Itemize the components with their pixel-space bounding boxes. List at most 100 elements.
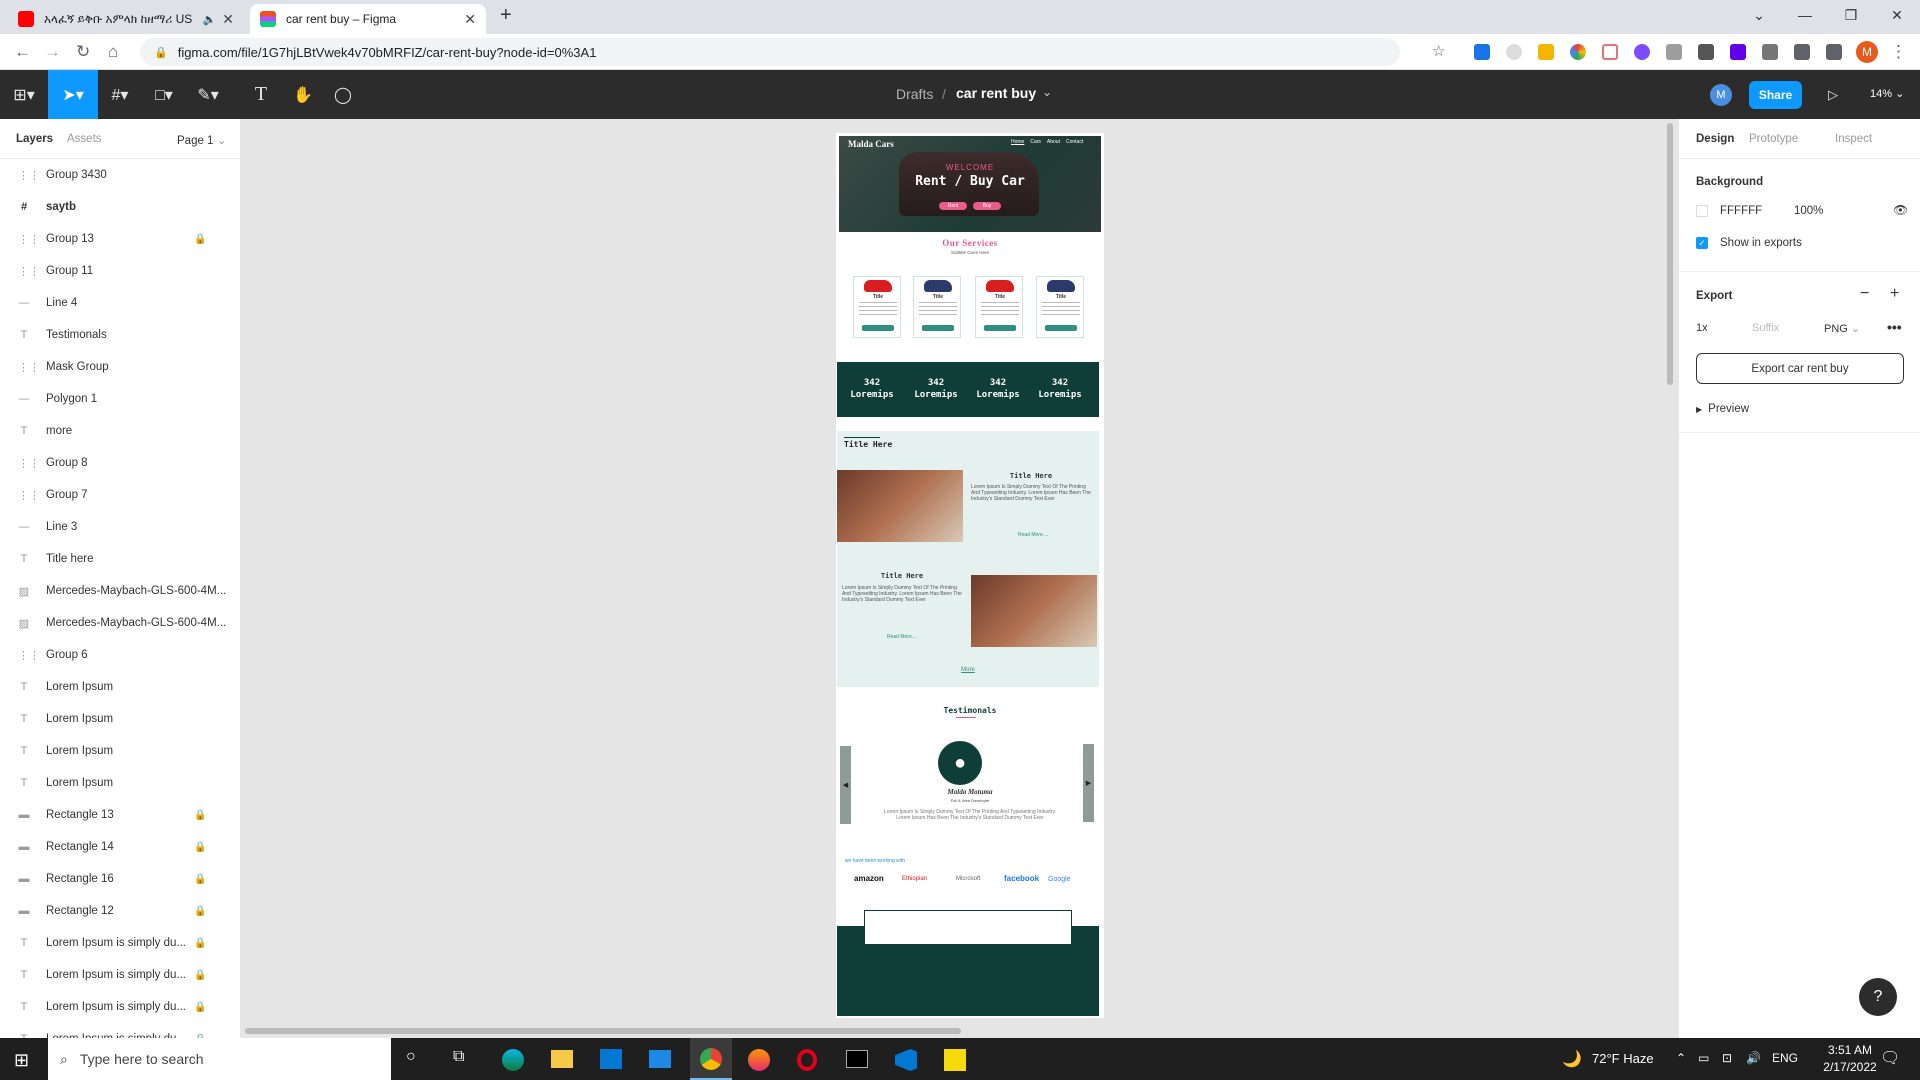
close-tab-icon[interactable]: ✕ (464, 11, 476, 28)
service-card[interactable]: Title (913, 276, 961, 338)
card-button[interactable] (1045, 325, 1077, 331)
features-section[interactable]: Title Here Title Here Lorem Ipsum Is Sim… (837, 431, 1099, 687)
main-menu-icon[interactable]: ⊞▾ (0, 70, 48, 119)
layer-row[interactable]: ▬ Rectangle 14 🔒 (0, 831, 240, 863)
puzzle-icon[interactable] (1794, 44, 1810, 60)
share-button[interactable]: Share (1749, 81, 1802, 109)
layer-row[interactable]: # saytb (0, 191, 240, 223)
service-card[interactable]: Title (1036, 276, 1084, 338)
vscode-icon[interactable] (895, 1049, 917, 1071)
lock-icon[interactable]: 🔒 (194, 906, 206, 917)
hero-rent-button[interactable]: Rent (939, 202, 967, 210)
firefox-icon[interactable] (748, 1049, 770, 1071)
layer-row[interactable]: ▬ Rectangle 16 🔒 (0, 863, 240, 895)
preview-toggle[interactable]: ▶ Preview (1696, 403, 1749, 415)
task-view-icon[interactable]: ⧉ (453, 1048, 464, 1066)
layer-row[interactable]: ⋮⋮ Mask Group (0, 351, 240, 383)
back-icon[interactable]: ← (14, 42, 31, 62)
reload-icon[interactable]: ↻ (76, 42, 90, 62)
horizontal-scrollbar[interactable] (245, 1028, 961, 1034)
extension-icon[interactable] (1538, 44, 1554, 60)
nav-about[interactable]: About (1047, 139, 1060, 145)
layer-row[interactable]: ▨ Mercedes-Maybach-GLS-600-4M... (0, 575, 240, 607)
page-selector[interactable]: Page 1 ⌄ (177, 133, 226, 147)
lock-icon[interactable]: 🔒 (194, 1002, 206, 1013)
volume-icon[interactable]: 🔊 (1746, 1051, 1761, 1065)
chevron-down-icon[interactable]: ⌄ (1042, 85, 1052, 99)
tray-chevron-icon[interactable]: ⌃ (1676, 1051, 1686, 1065)
extension-icon[interactable] (1602, 44, 1618, 60)
pen-tool-icon[interactable]: ✎▾ (186, 70, 230, 119)
layer-row[interactable]: T Lorem Ipsum (0, 735, 240, 767)
layer-row[interactable]: — Line 4 (0, 287, 240, 319)
comment-tool-icon[interactable]: ◯ (324, 70, 362, 119)
windows-start-icon[interactable]: ⊞ (14, 1050, 29, 1071)
file-name[interactable]: car rent buy (956, 85, 1036, 101)
extension-icon[interactable] (1474, 44, 1490, 60)
lock-icon[interactable]: 🔒 (194, 970, 206, 981)
service-card[interactable]: Title (853, 276, 901, 338)
bookmark-star-icon[interactable]: ☆ (1432, 42, 1445, 60)
read-more-link[interactable]: Read More.... (1018, 532, 1048, 538)
prev-arrow-icon[interactable]: ◀ (840, 746, 851, 824)
tab-layers[interactable]: Layers (16, 133, 53, 145)
layer-row[interactable]: T Lorem Ipsum (0, 671, 240, 703)
address-bar[interactable]: 🔒 figma.com/file/1G7hjLBtVwek4v70bMRFIZ/… (140, 38, 1556, 66)
nav-home[interactable]: Home (1011, 139, 1024, 145)
eye-icon[interactable]: 👁 (1893, 203, 1908, 217)
new-tab-icon[interactable]: + (500, 4, 512, 27)
layer-row[interactable]: ▬ Rectangle 13 🔒 (0, 799, 240, 831)
layer-row[interactable]: ▨ Mercedes-Maybach-GLS-600-4M... (0, 607, 240, 639)
edge-icon[interactable] (502, 1049, 524, 1071)
read-more-link[interactable]: Read More.... (887, 634, 917, 640)
background-opacity[interactable]: 100% (1794, 205, 1823, 217)
layer-row[interactable]: T Lorem Ipsum (0, 767, 240, 799)
extension-icon[interactable] (1634, 44, 1650, 60)
mail-icon[interactable] (649, 1050, 671, 1068)
lock-icon[interactable]: 🔒 (194, 874, 206, 885)
profile-avatar[interactable]: M (1856, 41, 1878, 63)
browser-menu-icon[interactable]: ⋮ (1890, 42, 1907, 62)
minimize-icon[interactable]: — (1782, 0, 1828, 30)
extension-icon[interactable] (1666, 44, 1682, 60)
hero-section[interactable]: Malda Cars Home Cars About Contact WELCO… (839, 136, 1101, 232)
store-icon[interactable] (600, 1049, 622, 1069)
layer-row[interactable]: Tmore (0, 415, 240, 447)
cortana-icon[interactable]: ○ (406, 1048, 416, 1066)
network-icon[interactable]: ▭ (1698, 1051, 1709, 1065)
frame-tool-icon[interactable]: #▾ (98, 70, 142, 119)
tab-assets[interactable]: Assets (67, 133, 102, 145)
home-icon[interactable]: ⌂ (108, 42, 118, 62)
layer-row[interactable]: TLorem Ipsum is simply du...🔒 (0, 1023, 240, 1038)
extension-icon[interactable] (1570, 44, 1586, 60)
hero-buy-button[interactable]: Buy (973, 202, 1001, 210)
camera-icon[interactable] (1762, 44, 1778, 60)
mute-icon[interactable]: 🔈 (203, 13, 217, 26)
move-tool-icon[interactable]: ➤▾ (48, 70, 98, 119)
browser-tab-figma[interactable]: car rent buy – Figma ✕ (250, 4, 486, 34)
extension-icon[interactable] (1730, 44, 1746, 60)
vertical-scrollbar[interactable] (1667, 123, 1673, 385)
weather-text[interactable]: 72°F Haze (1592, 1051, 1654, 1066)
minus-icon[interactable]: − (1860, 285, 1869, 303)
more-link[interactable]: More (837, 667, 1099, 673)
card-button[interactable] (984, 325, 1016, 331)
restore-icon[interactable]: ❐ (1828, 0, 1874, 30)
lock-icon[interactable]: 🔒 (194, 234, 206, 245)
footer-input-box[interactable] (864, 910, 1072, 945)
tab-prototype[interactable]: Prototype (1749, 133, 1798, 145)
text-tool-icon[interactable]: T (244, 70, 278, 119)
file-explorer-icon[interactable] (551, 1050, 573, 1068)
hand-tool-icon[interactable]: ✋ (284, 70, 322, 119)
language-indicator[interactable]: ENG (1772, 1051, 1798, 1065)
notifications-icon[interactable]: 🗨 (1880, 1048, 1900, 1068)
browser-tab-youtube[interactable]: አላፈኝ ይቅቡ አምላክ ከዘማሪ US 🔈 ✕ (8, 4, 244, 34)
tab-inspect[interactable]: Inspect (1835, 133, 1872, 145)
export-format-select[interactable]: PNG ⌄ (1824, 322, 1860, 335)
forward-icon[interactable]: → (44, 42, 61, 62)
breadcrumb-drafts[interactable]: Drafts (896, 86, 933, 102)
layer-row[interactable]: ⋮⋮ Group 13 🔒 (0, 223, 240, 255)
export-suffix-input[interactable]: Suffix (1752, 322, 1779, 334)
present-play-icon[interactable]: ▷ (1818, 70, 1848, 119)
tab-design[interactable]: Design (1696, 133, 1734, 145)
